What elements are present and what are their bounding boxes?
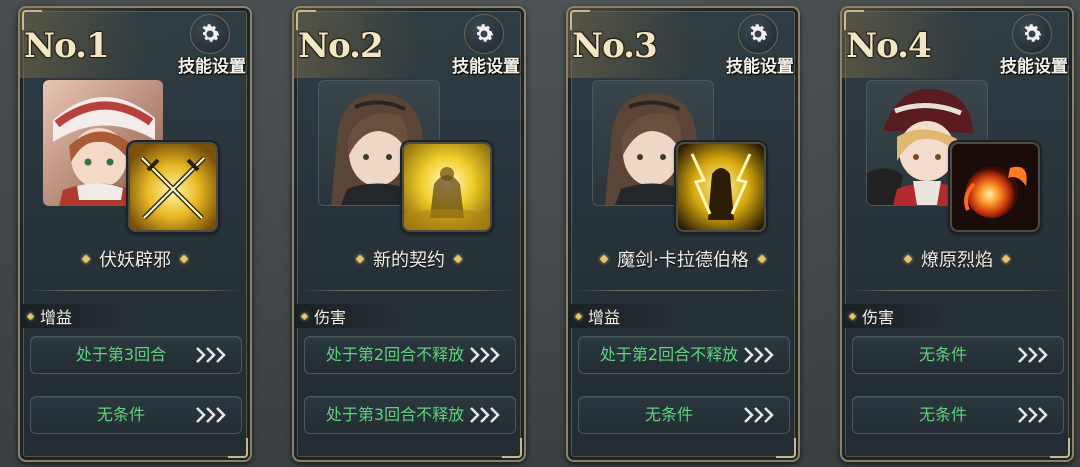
diamond-icon <box>1001 254 1011 264</box>
gear-icon <box>464 14 504 54</box>
frame-corner <box>776 438 796 458</box>
triple-chevron-icon <box>1017 346 1053 364</box>
skill-type-label: 增益 <box>588 308 621 327</box>
skill-name: 魔剑·卡拉德伯格 <box>617 250 749 271</box>
skill-name-row: 伏妖辟邪 <box>20 246 250 272</box>
gear-icon <box>190 14 230 54</box>
triple-chevron-icon <box>1017 406 1053 424</box>
skill-card-2: No.2 技能设置 新的契约 伤害 处于第2回合不释放 处于第3回合不释放 <box>292 6 526 462</box>
skill-type-tag: 增益 <box>568 304 678 328</box>
skill-card-1: No.1 技能设置 伏妖辟邪 增益 处于第3回合 无条件 <box>18 6 252 462</box>
condition-text: 处于第3回合 <box>75 345 167 364</box>
condition-text: 无条件 <box>918 405 967 424</box>
skill-settings-button[interactable]: 技能设置 <box>450 14 520 77</box>
crossed-swords-icon <box>128 142 218 232</box>
gear-icon <box>1012 14 1052 54</box>
skill-type-tag: 伤害 <box>294 304 404 328</box>
diamond-icon <box>355 254 365 264</box>
triple-chevron-icon <box>469 406 505 424</box>
rank-label: No.2 <box>298 26 384 66</box>
diamond-icon <box>848 312 857 320</box>
diamond-icon <box>599 254 609 264</box>
skill-type-label: 增益 <box>40 308 73 327</box>
condition-button-1[interactable]: 无条件 <box>852 336 1064 374</box>
skill-settings-button[interactable]: 技能设置 <box>176 14 246 77</box>
skill-name: 新的契约 <box>373 250 445 271</box>
divider <box>850 290 1064 291</box>
skill-name-row: 燎原烈焰 <box>842 246 1072 272</box>
triple-chevron-icon <box>743 346 779 364</box>
diamond-icon <box>179 254 189 264</box>
triple-chevron-icon <box>195 406 231 424</box>
diamond-icon <box>81 254 91 264</box>
diamond-icon <box>903 254 913 264</box>
gear-icon <box>738 14 778 54</box>
condition-text: 处于第3回合不释放 <box>325 405 465 424</box>
condition-text: 处于第2回合不释放 <box>325 345 465 364</box>
condition-button-1[interactable]: 处于第2回合不释放 <box>578 336 790 374</box>
condition-button-2[interactable]: 无条件 <box>30 396 242 434</box>
skill-name: 燎原烈焰 <box>921 250 993 271</box>
frame-corner <box>228 438 248 458</box>
skill-settings-label: 技能设置 <box>452 57 520 77</box>
divider <box>576 290 790 291</box>
condition-button-2[interactable]: 无条件 <box>852 396 1064 434</box>
skill-name-row: 新的契约 <box>294 246 524 272</box>
triple-chevron-icon <box>743 406 779 424</box>
rank-label: No.4 <box>846 26 932 66</box>
condition-text: 无条件 <box>918 345 967 364</box>
golden-figure-icon <box>402 142 492 232</box>
skill-settings-label: 技能设置 <box>726 57 794 77</box>
diamond-icon <box>757 254 767 264</box>
condition-text: 无条件 <box>96 405 145 424</box>
skill-card-4: No.4 技能设置 燎原烈焰 伤害 无条件 无条件 <box>840 6 1074 462</box>
frame-corner <box>502 438 522 458</box>
diamond-icon <box>574 312 583 320</box>
triple-chevron-icon <box>195 346 231 364</box>
condition-button-2[interactable]: 无条件 <box>578 396 790 434</box>
skill-type-tag: 增益 <box>20 304 130 328</box>
triple-chevron-icon <box>469 346 505 364</box>
diamond-icon <box>300 312 309 320</box>
skill-settings-button[interactable]: 技能设置 <box>998 14 1068 77</box>
condition-text: 无条件 <box>644 405 693 424</box>
skill-name-row: 魔剑·卡拉德伯格 <box>568 246 798 272</box>
condition-button-1[interactable]: 处于第2回合不释放 <box>304 336 516 374</box>
skill-type-label: 伤害 <box>862 308 895 327</box>
condition-button-1[interactable]: 处于第3回合 <box>30 336 242 374</box>
divider <box>302 290 516 291</box>
condition-text: 处于第2回合不释放 <box>599 345 739 364</box>
skill-settings-label: 技能设置 <box>178 57 246 77</box>
frame-corner <box>1050 438 1070 458</box>
skill-type-tag: 伤害 <box>842 304 952 328</box>
skill-settings-label: 技能设置 <box>1000 57 1068 77</box>
diamond-icon <box>453 254 463 264</box>
skill-type-label: 伤害 <box>314 308 347 327</box>
skill-settings-button[interactable]: 技能设置 <box>724 14 794 77</box>
divider <box>28 290 242 291</box>
fireball-icon <box>950 142 1040 232</box>
rank-label: No.1 <box>24 26 110 66</box>
rank-label: No.3 <box>572 26 658 66</box>
condition-button-2[interactable]: 处于第3回合不释放 <box>304 396 516 434</box>
lightning-knight-icon <box>676 142 766 232</box>
diamond-icon <box>26 312 35 320</box>
skill-card-3: No.3 技能设置 魔剑·卡拉德伯格 增益 处于第2回合不释放 无条件 <box>566 6 800 462</box>
skill-name: 伏妖辟邪 <box>99 250 171 271</box>
